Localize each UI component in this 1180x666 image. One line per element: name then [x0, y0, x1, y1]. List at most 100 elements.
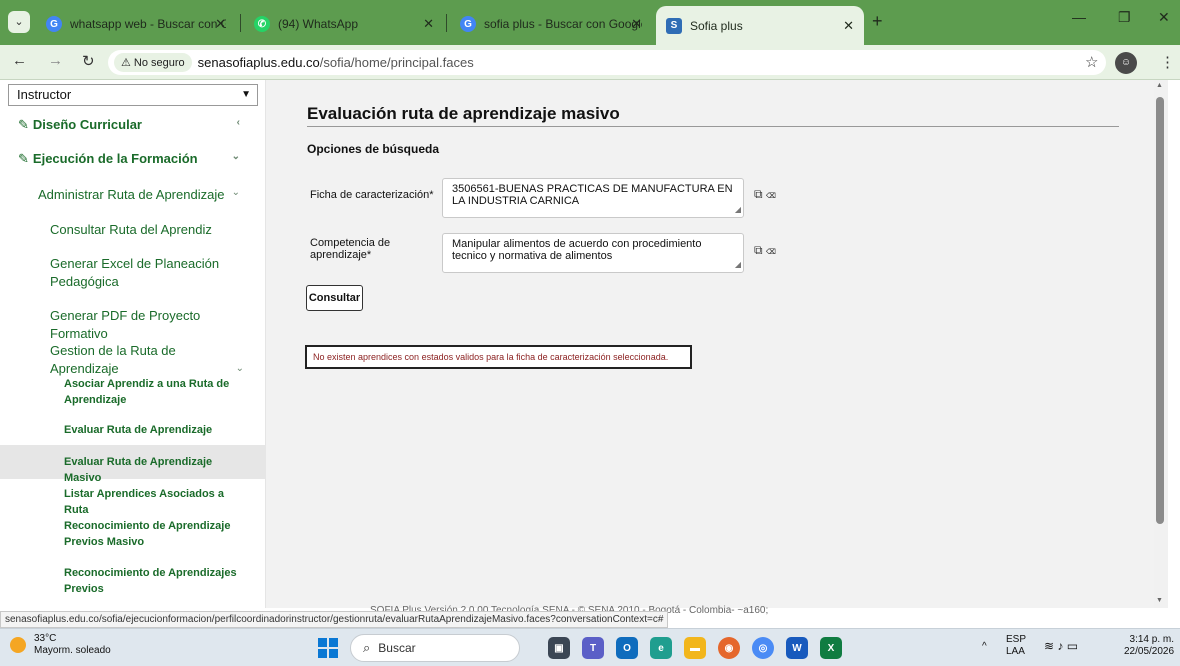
excel-icon[interactable]: X	[820, 637, 842, 659]
clock[interactable]: 3:14 p. m. 22/05/2026	[1124, 634, 1174, 658]
chrome-icon[interactable]: ◎	[752, 637, 774, 659]
word-icon[interactable]: W	[786, 637, 808, 659]
address-bar[interactable]: ⚠ No seguro senasofiaplus.edu.co/sofia/h…	[108, 50, 1106, 75]
taskbar-search[interactable]: ⌕ Buscar	[350, 634, 520, 662]
consultar-button[interactable]: Consultar	[306, 285, 363, 311]
sidebar-item-label: Generar Excel de Planeación Pedagógica	[50, 256, 220, 289]
language-code: ESP	[1006, 634, 1027, 645]
scroll-down-icon[interactable]: ▼	[1156, 597, 1163, 604]
close-tab-icon[interactable]: ✕	[423, 16, 434, 32]
tab-separator	[240, 14, 241, 32]
lookup-icon[interactable]: ⧉	[754, 243, 763, 257]
file-explorer-icon[interactable]: ▬	[684, 637, 706, 659]
reload-icon[interactable]: ↻	[82, 52, 95, 70]
resize-grip-icon[interactable]: ◢	[735, 204, 741, 216]
temperature: 33°C	[34, 633, 57, 644]
sidebar-item-diseno-curricular[interactable]: ✎ Diseño Curricular ‹	[0, 117, 266, 133]
sidebar-item-label: Ejecución de la Formación	[32, 151, 198, 166]
forward-icon[interactable]: →	[48, 52, 63, 69]
close-tab-icon[interactable]: ✕	[631, 16, 642, 32]
warning-icon: ⚠	[121, 57, 131, 69]
edge-icon[interactable]: e	[650, 637, 672, 659]
competencia-field[interactable]: Manipular alimentos de acuerdo con proce…	[442, 233, 744, 273]
back-icon[interactable]: ←	[12, 52, 27, 69]
tab-whatsapp-search[interactable]: G whatsapp web - Buscar con Goo ✕	[36, 8, 236, 40]
resize-grip-icon[interactable]: ◢	[735, 259, 741, 271]
windows-start-icon[interactable]	[318, 638, 338, 658]
page-scrollbar[interactable]: ▲ ▼	[1154, 80, 1168, 608]
minimize-icon[interactable]: —	[1072, 9, 1086, 25]
sidebar-item-evaluar-ruta-masivo[interactable]: Evaluar Ruta de Aprendizaje Masivo	[0, 445, 266, 484]
close-tab-icon[interactable]: ✕	[843, 18, 854, 34]
sidebar-item-asociar-aprendiz[interactable]: Asociar Aprendiz a una Ruta de Aprendiza…	[0, 376, 266, 408]
volume-icon: ♪	[1057, 639, 1064, 653]
restore-icon[interactable]: ❐	[1118, 9, 1131, 26]
sidebar-item-gestion-ruta[interactable]: Gestion de la Ruta de Aprendizaje ⌄	[0, 342, 266, 378]
sidebar: Instructor ▼ ✎ Diseño Curricular ‹ ✎ Ejecu…	[0, 80, 266, 608]
competencia-tools: ⧉ ⌫	[754, 243, 776, 258]
sidebar-item-ejecucion-formacion[interactable]: ✎ Ejecución de la Formación ⌄	[0, 151, 266, 167]
outlook-icon[interactable]: O	[616, 637, 638, 659]
clock-date: 22/05/2026	[1124, 646, 1175, 657]
title-divider	[307, 126, 1119, 127]
sidebar-item-label: Reconocimiento de Aprendizaje Previos Ma…	[64, 520, 231, 548]
bookmark-star-icon[interactable]: ☆	[1085, 53, 1098, 71]
error-message-text: No existen aprendices con estados valido…	[313, 352, 669, 362]
language-indicator[interactable]: ESP LAA	[1006, 634, 1026, 658]
security-label: No seguro	[133, 56, 185, 69]
tray-expand-icon[interactable]: ^	[982, 641, 987, 653]
ficha-value: 3506561-BUENAS PRACTICAS DE MANUFACTURA …	[452, 183, 733, 207]
role-select-value: Instructor	[17, 87, 72, 102]
search-icon: ⌕	[363, 640, 371, 655]
tab-sofia-plus[interactable]: S Sofia plus ✕	[656, 6, 864, 45]
role-select[interactable]: Instructor ▼	[8, 84, 258, 106]
sidebar-item-label: Evaluar Ruta de Aprendizaje Masivo	[64, 456, 213, 484]
clear-broom-icon[interactable]: ⌫	[766, 187, 776, 201]
sidebar-item-label: Diseño Curricular	[32, 117, 142, 132]
chevron-left-icon: ‹	[236, 117, 240, 128]
profile-avatar[interactable]: ☺	[1115, 52, 1137, 74]
browser-menu-icon[interactable]: ⋮	[1160, 53, 1175, 71]
battery-icon: ▭	[1066, 639, 1079, 653]
network-volume-battery-icons[interactable]: ≋ ♪ ▭	[1044, 640, 1078, 652]
tab-whatsapp[interactable]: ✆ (94) WhatsApp ✕	[244, 8, 444, 40]
sidebar-item-generar-pdf[interactable]: Generar PDF de Proyecto Formativo	[0, 307, 266, 343]
sidebar-item-label: Listar Aprendices Asociados a Ruta	[64, 488, 224, 516]
teams-icon[interactable]: T	[582, 637, 604, 659]
firefox-icon[interactable]: ◉	[718, 637, 740, 659]
ficha-field[interactable]: 3506561-BUENAS PRACTICAS DE MANUFACTURA …	[442, 178, 744, 218]
chevron-down-icon: ⌄	[231, 187, 240, 198]
sidebar-item-label: Reconocimiento de Aprendizajes Previos	[64, 567, 237, 595]
sidebar-item-label: Evaluar Ruta de Aprendizaje	[64, 424, 213, 436]
close-tab-icon[interactable]: ✕	[215, 16, 226, 32]
tab-sofia-search[interactable]: G sofia plus - Buscar con Google ✕	[450, 8, 652, 40]
tab-search-menu-icon[interactable]: ⌄	[8, 11, 30, 33]
whatsapp-icon: ✆	[254, 16, 270, 32]
tab-label: sofia plus - Buscar con Google	[484, 17, 642, 31]
sidebar-item-administrar-ruta[interactable]: Administrar Ruta de Aprendizaje ⌄	[0, 187, 266, 202]
sidebar-item-reconocimiento-previos[interactable]: Reconocimiento de Aprendizajes Previos	[0, 565, 266, 597]
tab-label: (94) WhatsApp	[278, 17, 359, 31]
weather-widget[interactable]: 33°C Mayorm. soleado	[10, 633, 111, 657]
ficha-label: Ficha de caracterización*	[310, 189, 434, 201]
new-tab-icon[interactable]: +	[872, 11, 883, 32]
scrollbar-thumb[interactable]	[1156, 97, 1164, 524]
scroll-up-icon[interactable]: ▲	[1156, 82, 1163, 89]
sidebar-item-consultar-ruta[interactable]: Consultar Ruta del Aprendiz	[0, 221, 266, 239]
wifi-icon: ≋	[1044, 639, 1055, 653]
sidebar-item-generar-excel[interactable]: Generar Excel de Planeación Pedagógica	[0, 255, 266, 291]
close-window-icon[interactable]: ✕	[1158, 9, 1170, 26]
chevron-down-icon: ⌄	[231, 151, 240, 162]
clear-broom-icon[interactable]: ⌫	[766, 243, 776, 257]
security-chip[interactable]: ⚠ No seguro	[114, 53, 192, 72]
sidebar-item-evaluar-ruta[interactable]: Evaluar Ruta de Aprendizaje	[0, 422, 266, 438]
lookup-icon[interactable]: ⧉	[754, 187, 763, 201]
error-message: No existen aprendices con estados valido…	[305, 345, 692, 369]
sidebar-item-listar-aprendices[interactable]: Listar Aprendices Asociados a Ruta	[0, 486, 266, 518]
tab-label: Sofia plus	[690, 18, 743, 33]
task-view-icon[interactable]: ▣	[548, 637, 570, 659]
sidebar-item-reconocimiento-masivo[interactable]: Reconocimiento de Aprendizaje Previos Ma…	[0, 518, 266, 550]
clock-time: 3:14 p. m.	[1129, 634, 1174, 645]
main-content: Evaluación ruta de aprendizaje masivo Op…	[266, 80, 1154, 608]
sidebar-item-label: Consultar Ruta del Aprendiz	[50, 222, 212, 237]
